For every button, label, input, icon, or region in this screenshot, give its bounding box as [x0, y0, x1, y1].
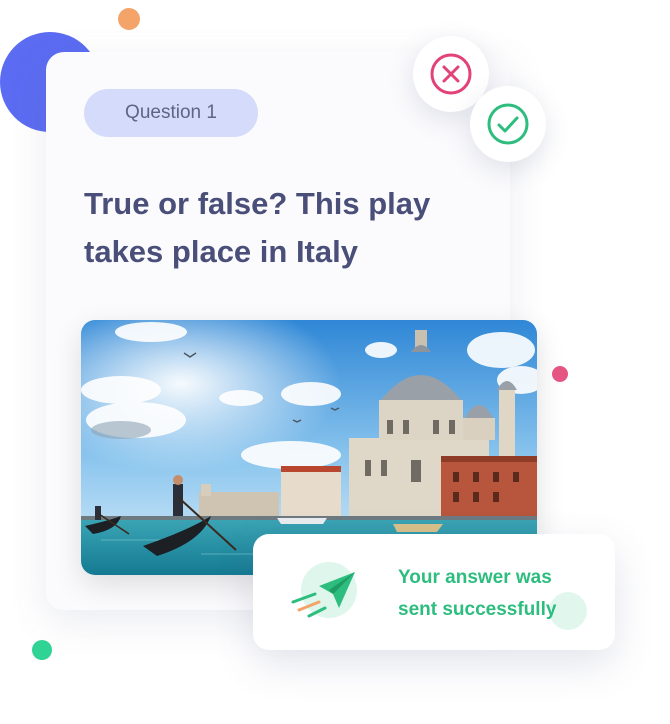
- question-text: True or false? This play takes place in …: [84, 186, 431, 269]
- toast-line-2: sent successfully: [398, 599, 557, 620]
- toast-line-1: Your answer was: [398, 567, 552, 588]
- decor-dot-green: [32, 640, 52, 660]
- paper-plane-icon: [291, 562, 357, 618]
- x-icon: [430, 53, 472, 95]
- true-answer-button[interactable]: [470, 86, 546, 162]
- success-toast: Your answer was sent successfully: [253, 534, 615, 650]
- question-number-badge: Question 1: [84, 89, 258, 137]
- question-number-label: Question 1: [125, 102, 217, 123]
- toast-message: Your answer was sent successfully: [398, 562, 598, 626]
- decor-dot-orange: [118, 8, 140, 30]
- check-icon: [487, 103, 529, 145]
- decor-dot-pink: [552, 366, 568, 382]
